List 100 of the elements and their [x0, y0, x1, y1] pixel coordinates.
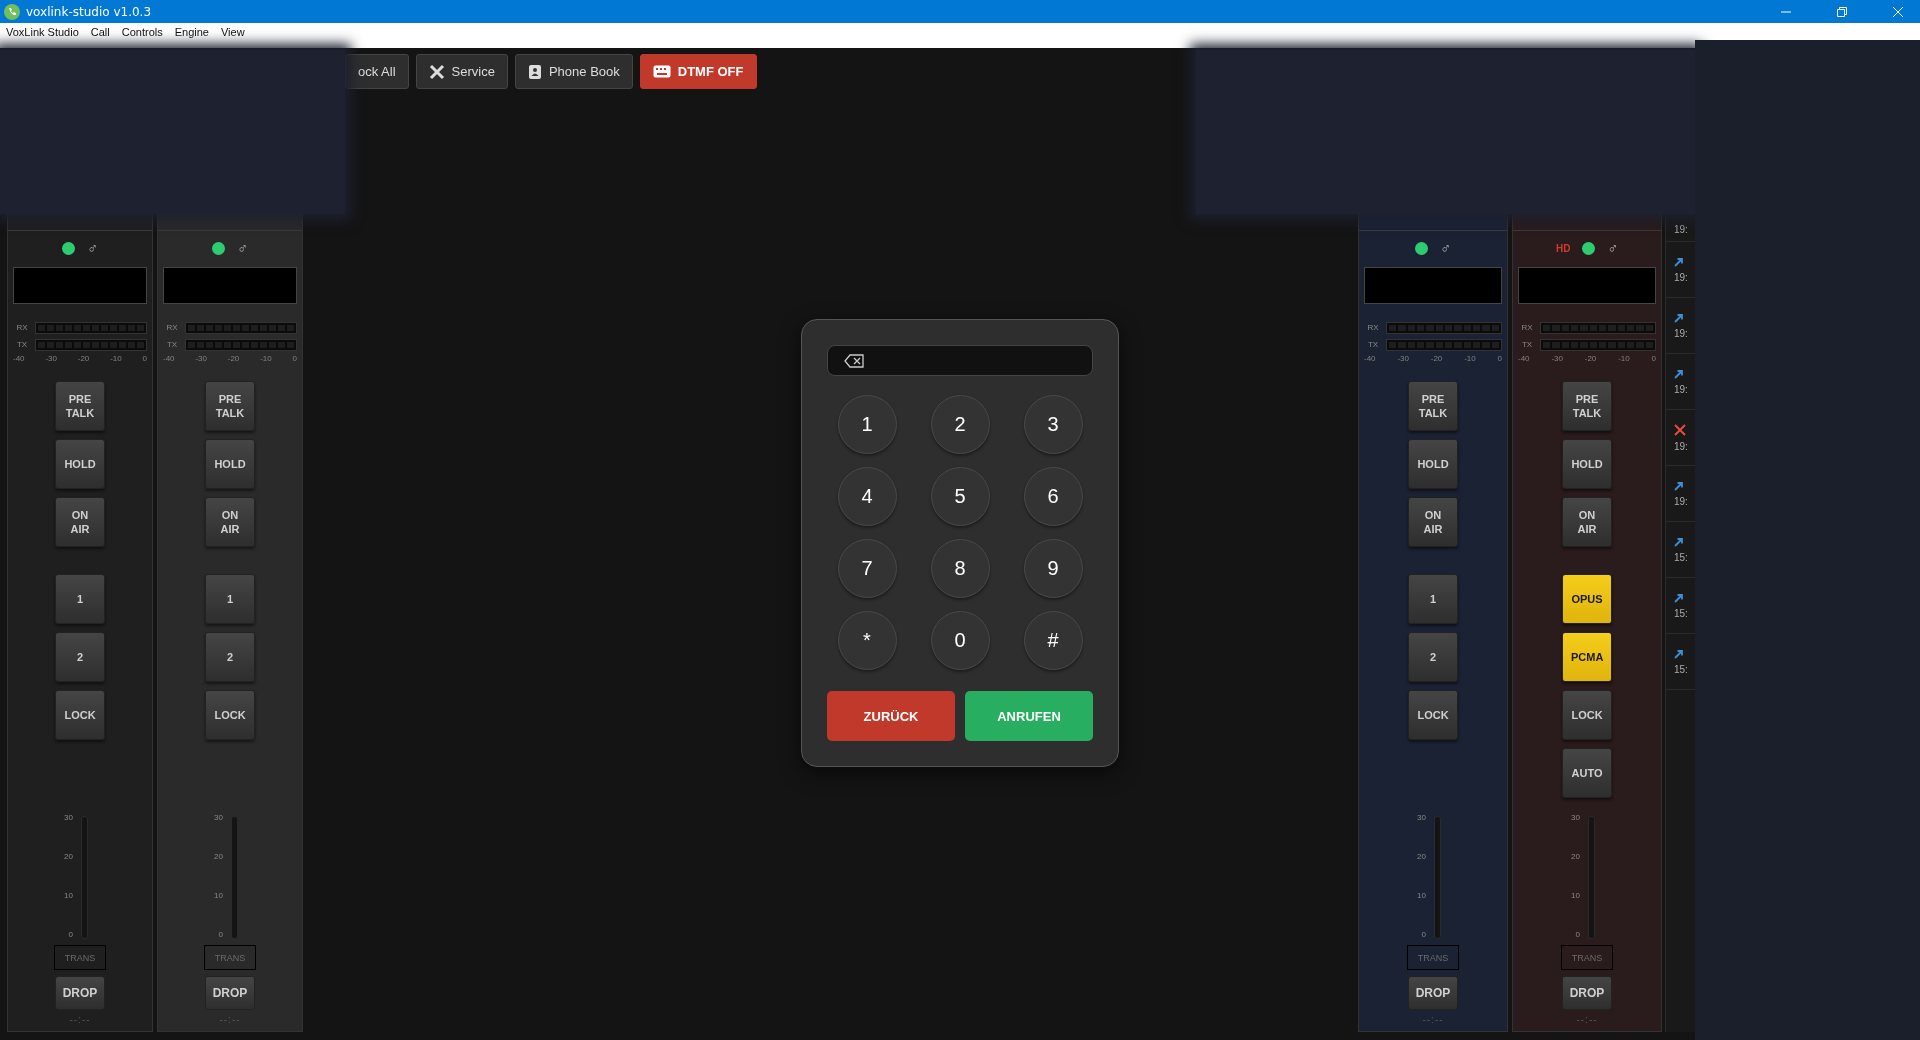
toolbar-button[interactable]: DTMF OFF	[639, 54, 757, 89]
toolbar-button[interactable]: Service	[415, 54, 508, 89]
dial-key[interactable]: 8	[930, 539, 990, 598]
channel-button[interactable]: OPUS	[1562, 574, 1612, 624]
user-symbol: ♂	[237, 240, 248, 256]
scale-label: -40	[163, 354, 175, 363]
scale-label: -20	[77, 354, 90, 363]
scale-label: -30	[195, 354, 207, 363]
channel-button[interactable]: LOCK	[205, 690, 255, 740]
fader-tick: 10	[64, 891, 73, 900]
menu-item[interactable]: Controls	[121, 23, 163, 38]
fader-tick: 20	[64, 852, 73, 861]
toolbar-button[interactable]: ock All	[345, 54, 409, 89]
number-field[interactable]	[827, 345, 1093, 376]
menu-item[interactable]: Call	[90, 23, 110, 38]
call-time[interactable]: 15:	[1674, 607, 1696, 619]
channel-button[interactable]: PRE TALK	[1562, 381, 1612, 431]
user-symbol: ♂	[1440, 240, 1451, 256]
call-time[interactable]: 19:	[1674, 327, 1696, 339]
channel-button[interactable]: LOCK	[55, 690, 105, 740]
outgoing-arrow-icon	[1674, 368, 1684, 379]
call-time[interactable]: 15:	[1674, 663, 1696, 675]
channel-button[interactable]: HOLD	[1408, 439, 1458, 489]
channel-button[interactable]: ON AIR	[205, 497, 255, 547]
dial-key[interactable]: 5	[930, 467, 990, 526]
close-icon[interactable]	[1892, 5, 1904, 18]
fader-track[interactable]	[1433, 816, 1441, 939]
channel-button[interactable]: PCMA	[1562, 632, 1612, 682]
channel-button[interactable]: HOLD	[205, 439, 255, 489]
dial-key[interactable]: #	[1023, 611, 1083, 670]
channel-button[interactable]: HOLD	[1562, 439, 1612, 489]
scale-label: -10	[1464, 354, 1476, 363]
dial-key[interactable]: 4	[837, 467, 897, 526]
scale-label: 0	[142, 354, 147, 363]
menu-item[interactable]: View	[220, 23, 245, 38]
channel-button[interactable]: ON AIR	[1562, 497, 1612, 547]
call-time[interactable]: 19:	[1674, 224, 1696, 235]
backspace-icon[interactable]	[844, 353, 864, 368]
channel-button[interactable]: PRE TALK	[205, 381, 255, 431]
channel-button[interactable]: HOLD	[55, 439, 105, 489]
dial-key[interactable]: 6	[1023, 467, 1083, 526]
call-time[interactable]: 15:	[1674, 551, 1696, 563]
channel-button[interactable]: AUTO	[1562, 748, 1612, 798]
call-time[interactable]: 19:	[1674, 495, 1696, 507]
scale-label: -30	[1397, 354, 1409, 363]
call-time[interactable]: 19:	[1674, 440, 1696, 452]
fader-tick: 10	[214, 891, 223, 900]
channel-button[interactable]: 2	[55, 632, 105, 682]
meter-label: TX	[15, 340, 29, 349]
channel-button[interactable]: ON AIR	[1408, 497, 1458, 547]
dial-key[interactable]: 0	[930, 611, 990, 670]
channel-button[interactable]: 2	[205, 632, 255, 682]
restore-icon[interactable]	[1836, 5, 1848, 18]
meter-label: RX	[1366, 323, 1380, 332]
missed-cross-icon	[1674, 423, 1686, 436]
channel-button[interactable]: LOCK	[1408, 690, 1458, 740]
outgoing-arrow-icon	[1674, 256, 1684, 267]
user-symbol: ♂	[87, 240, 98, 256]
channel-button[interactable]: ON AIR	[55, 497, 105, 547]
channel-button[interactable]: 2	[1408, 632, 1458, 682]
drop-button[interactable]: DROP	[1408, 976, 1458, 1010]
meter-label: RX	[1520, 323, 1534, 332]
channel-button[interactable]: 1	[205, 574, 255, 624]
channel-button[interactable]: PRE TALK	[1408, 381, 1458, 431]
channel-button[interactable]: 1	[1408, 574, 1458, 624]
fader-tick: 30	[1417, 813, 1426, 822]
dial-key[interactable]: 3	[1023, 395, 1083, 454]
toolbar-button[interactable]: Phone Book	[514, 54, 633, 89]
fader-tick: 0	[217, 930, 223, 939]
scale-label: -10	[260, 354, 272, 363]
fader-tick: 0	[1574, 930, 1580, 939]
dial-key[interactable]: 1	[837, 395, 897, 454]
dial-key[interactable]: 9	[1023, 539, 1083, 598]
fader-tick: 30	[64, 813, 73, 822]
fader-tick: 30	[1571, 813, 1580, 822]
fader-tick: 0	[1420, 930, 1426, 939]
channel-button[interactable]: PRE TALK	[55, 381, 105, 431]
scale-label: -20	[1584, 354, 1597, 363]
drop-button[interactable]: DROP	[1562, 976, 1612, 1010]
scale-label: -20	[227, 354, 240, 363]
dial-key[interactable]: 7	[837, 539, 897, 598]
scale-label: -40	[1364, 354, 1376, 363]
fader-tick: 20	[1571, 852, 1580, 861]
call-timer: --:--	[69, 1014, 91, 1025]
dial-key[interactable]: *	[837, 611, 897, 670]
drop-button[interactable]: DROP	[55, 976, 105, 1010]
call-timer: --:--	[1422, 1014, 1444, 1025]
meter-label: TX	[1520, 340, 1534, 349]
menu-item[interactable]: VoxLink Studio	[6, 23, 79, 38]
call-time[interactable]: 19:	[1674, 383, 1696, 395]
scale-label: -10	[1618, 354, 1630, 363]
channel-button[interactable]: 1	[55, 574, 105, 624]
call-time[interactable]: 19:	[1674, 271, 1696, 283]
menu-item[interactable]: Engine	[174, 23, 209, 38]
drop-button[interactable]: DROP	[205, 976, 255, 1010]
dial-key[interactable]: 2	[930, 395, 990, 454]
channel-button[interactable]: LOCK	[1562, 690, 1612, 740]
phone-logo-icon	[4, 3, 20, 20]
back-button[interactable]: ZURÜCK	[827, 691, 955, 741]
meter-label: TX	[165, 340, 179, 349]
